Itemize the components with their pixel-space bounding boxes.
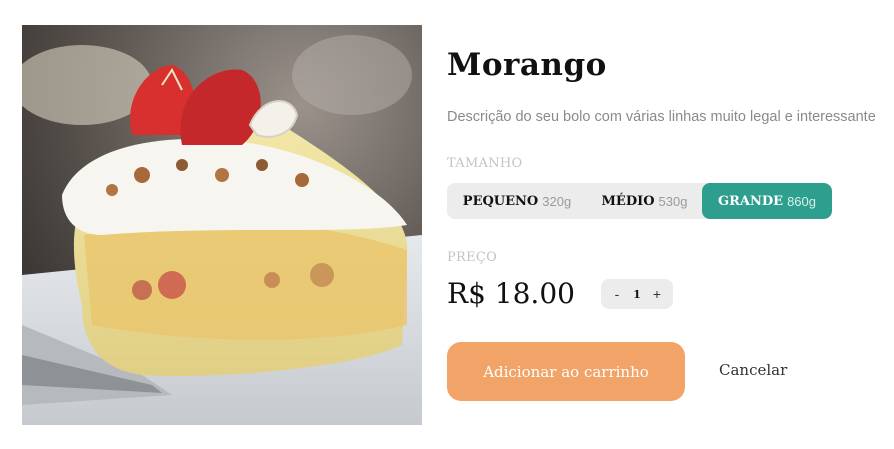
quantity-value: 1 bbox=[633, 287, 641, 301]
size-option-name: PEQUENO bbox=[462, 193, 539, 209]
product-description: Descrição do seu bolo com várias linhas … bbox=[447, 109, 876, 125]
size-option-weight: 860g bbox=[787, 193, 816, 209]
price-label: PREÇO bbox=[447, 250, 498, 265]
size-option-grande[interactable]: GRANDE 860g bbox=[702, 183, 832, 219]
decrement-button[interactable]: - bbox=[611, 286, 623, 302]
size-option-weight: 530g bbox=[658, 193, 688, 209]
size-option-pequeno[interactable]: PEQUENO 320g bbox=[447, 183, 587, 219]
size-option-weight: 320g bbox=[542, 193, 572, 209]
cancel-button[interactable]: Cancelar bbox=[719, 361, 787, 379]
product-card: Morango Descrição do seu bolo com várias… bbox=[0, 0, 894, 449]
product-image bbox=[22, 25, 422, 425]
size-label: TAMANHO bbox=[447, 156, 523, 171]
size-option-medio[interactable]: MÉDIO 530g bbox=[587, 183, 702, 219]
product-title: Morango bbox=[447, 47, 607, 83]
size-selector: PEQUENO 320g MÉDIO 530g GRANDE 860g bbox=[447, 183, 832, 219]
increment-button[interactable]: + bbox=[651, 286, 663, 302]
size-option-name: GRANDE bbox=[718, 193, 784, 209]
price-value: R$ 18.00 bbox=[447, 277, 575, 310]
cake-illustration bbox=[22, 25, 422, 425]
size-option-name: MÉDIO bbox=[601, 193, 655, 209]
add-to-cart-button[interactable]: Adicionar ao carrinho bbox=[447, 342, 685, 401]
quantity-stepper: - 1 + bbox=[601, 279, 673, 309]
